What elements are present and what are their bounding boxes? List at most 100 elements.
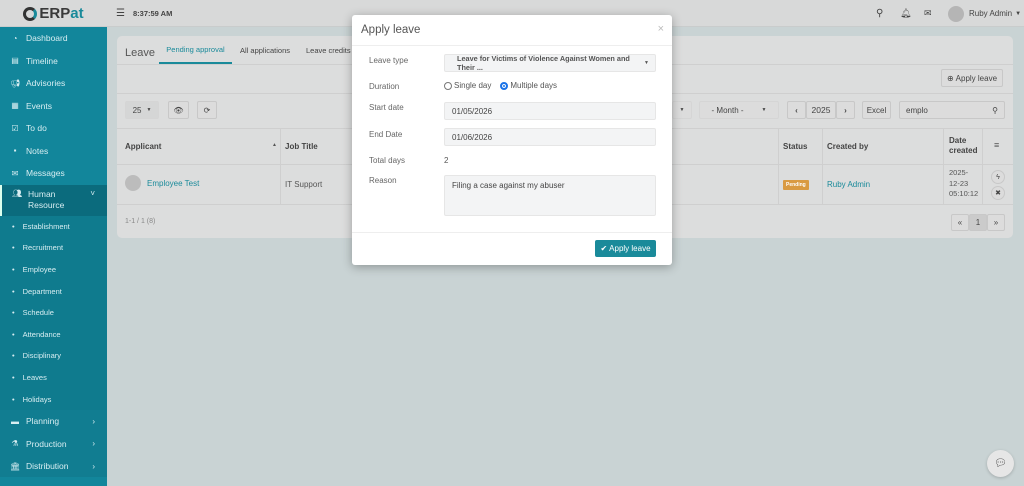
caret-down-icon: ▼ <box>761 107 767 113</box>
column-header-created-by[interactable]: Created by <box>827 142 868 151</box>
sidebar-subitem[interactable]: Disciplinary <box>0 345 107 367</box>
page-1-button[interactable]: 1 <box>969 214 987 231</box>
checkbox-icon: ☑ <box>11 123 19 133</box>
column-header-job-title[interactable]: Job Title <box>285 142 318 151</box>
prev-year-button[interactable]: ‹ <box>787 101 806 119</box>
sidebar-subitem[interactable]: Schedule <box>0 302 107 324</box>
search-icon[interactable]: ⚲ <box>876 0 883 27</box>
caret-down-icon: ▼ <box>1015 10 1022 17</box>
approve-button[interactable]: ϟ <box>991 170 1005 184</box>
sidebar-subitem[interactable]: Employee <box>0 259 107 281</box>
chevron-right-icon: › <box>92 439 95 449</box>
column-header-status[interactable]: Status <box>783 142 807 151</box>
tab-leave-credits[interactable]: Leave credits <box>306 46 351 55</box>
next-year-button[interactable]: › <box>836 101 855 119</box>
sidebar-subitem[interactable]: Establishment <box>0 216 107 238</box>
label: 25 <box>132 105 142 115</box>
clock: 8:37:59 AM <box>133 9 173 18</box>
applicant-link[interactable]: Employee Test <box>147 179 199 188</box>
logo-text-accent: at <box>70 5 84 22</box>
page-size-select[interactable]: 25 ▼ <box>125 101 159 119</box>
table-summary: 1-1 / 1 (8) <box>125 218 156 225</box>
options-menu-icon[interactable]: ≡ <box>994 140 999 150</box>
close-icon[interactable]: × <box>658 23 664 35</box>
created-by-link[interactable]: Ruby Admin <box>827 180 870 189</box>
tab-pending-approval[interactable]: Pending approval <box>159 36 232 64</box>
radio-label[interactable]: Single day <box>454 81 491 90</box>
column-visibility-button[interactable]: 👁︎ <box>168 101 189 119</box>
col-divider <box>778 128 779 204</box>
bell-icon[interactable]: 🔔︎ <box>900 0 911 27</box>
chevron-right-icon: › <box>92 416 95 426</box>
bolt-icon: ϟ <box>996 173 1000 181</box>
radio-multiple-days[interactable] <box>500 81 509 90</box>
menu-toggle-icon[interactable]: ☰ <box>116 0 125 27</box>
sidebar-subitem[interactable]: Leaves <box>0 367 107 389</box>
sidebar-item-events[interactable]: ▦ Events <box>0 95 107 118</box>
avatar <box>125 175 141 191</box>
label: To do <box>26 123 47 134</box>
apply-leave-modal: Apply leave × Leave type Leave for Victi… <box>352 15 672 265</box>
total-days-value: 2 <box>444 156 449 165</box>
start-date-input[interactable]: 01/05/2026 <box>444 102 656 120</box>
prev-page-button[interactable]: « <box>951 214 969 231</box>
label-total-days: Total days <box>369 156 406 165</box>
end-date-input[interactable]: 01/06/2026 <box>444 128 656 146</box>
excel-button[interactable]: Excel <box>862 101 891 119</box>
sidebar-subitem[interactable]: Holidays <box>0 388 107 410</box>
divider <box>352 45 672 46</box>
refresh-button[interactable]: ⟳ <box>197 101 217 119</box>
label: Advisories <box>26 78 66 89</box>
label: Apply leave <box>955 73 998 83</box>
next-page-button[interactable]: » <box>987 214 1005 231</box>
label: - Month - <box>711 105 744 115</box>
reject-button[interactable]: ✖ <box>991 186 1005 200</box>
label: Dashboard <box>26 33 68 44</box>
dashboard-icon: ◔ <box>12 33 18 43</box>
sidebar-subitem[interactable]: Recruitment <box>0 237 107 259</box>
job-title: IT Support <box>285 180 323 189</box>
note-icon: ▪ <box>13 146 17 156</box>
filter-select[interactable]: ▼ <box>672 101 692 119</box>
radio-single-day[interactable] <box>444 81 452 90</box>
logo[interactable]: ERP at <box>0 0 107 27</box>
sidebar-item-todo[interactable]: ☑ To do <box>0 117 107 140</box>
sidebar-item-production[interactable]: ⚗ Production › <box>0 432 107 455</box>
leave-type-select[interactable]: Leave for Victims of Violence Against Wo… <box>444 54 656 72</box>
sidebar-item-advisories[interactable]: 📢︎ Advisories <box>0 72 107 95</box>
column-header-applicant[interactable]: Applicant <box>125 142 161 151</box>
reason-textarea[interactable]: Filing a case against my abuser <box>444 175 656 216</box>
duration-radio-group: Single day Multiple days <box>444 81 557 90</box>
search-input[interactable]: emplo ⚲ <box>899 101 1005 119</box>
sidebar-subitem[interactable]: Attendance <box>0 323 107 345</box>
sidebar-item-timeline[interactable]: ▤ Timeline <box>0 50 107 73</box>
flask-icon: ⚗ <box>11 439 19 449</box>
tab-all-applications[interactable]: All applications <box>240 46 290 55</box>
sidebar-item-dashboard[interactable]: ◔ Dashboard <box>0 27 107 50</box>
mail-icon[interactable]: ✉ <box>924 0 932 27</box>
envelope-icon: ✉ <box>11 168 19 178</box>
user-menu[interactable]: Ruby Admin ▼ <box>948 0 1021 27</box>
chat-button[interactable]: 💬︎ <box>987 450 1014 477</box>
chevron-left-icon: ‹ <box>795 105 798 115</box>
sidebar-item-messages[interactable]: ✉ Messages <box>0 162 107 185</box>
apply-leave-submit-button[interactable]: ✔ Apply leave <box>595 240 656 257</box>
radio-label[interactable]: Multiple days <box>510 81 557 90</box>
column-header-date-created[interactable]: Date created <box>949 136 979 156</box>
month-select[interactable]: - Month - ▼ <box>699 101 779 119</box>
label-end-date: End Date <box>369 130 403 139</box>
caret-down-icon: ▼ <box>644 60 649 66</box>
modal-title: Apply leave <box>361 24 421 36</box>
sidebar-item-notes[interactable]: ▪ Notes <box>0 140 107 163</box>
search-icon: ⚲ <box>992 105 998 115</box>
apply-leave-header-button[interactable]: ⊕ Apply leave <box>941 69 1003 87</box>
caret-down-icon: ▼ <box>146 107 152 113</box>
timeline-icon: ▤ <box>11 56 19 66</box>
sidebar: ◔ Dashboard ▤ Timeline 📢︎ Advisories ▦ Event… <box>0 27 107 486</box>
sidebar-item-distribution[interactable]: 🏛︎ Distribution › <box>0 454 107 478</box>
sidebar-item-human-resource[interactable]: 👥︎ Human Resource ˅ <box>0 184 107 216</box>
sort-asc-icon[interactable]: ▲ <box>272 142 277 148</box>
label-duration: Duration <box>369 82 400 91</box>
sidebar-item-planning[interactable]: ▬ Planning › <box>0 409 107 433</box>
sidebar-subitem[interactable]: Department <box>0 280 107 302</box>
